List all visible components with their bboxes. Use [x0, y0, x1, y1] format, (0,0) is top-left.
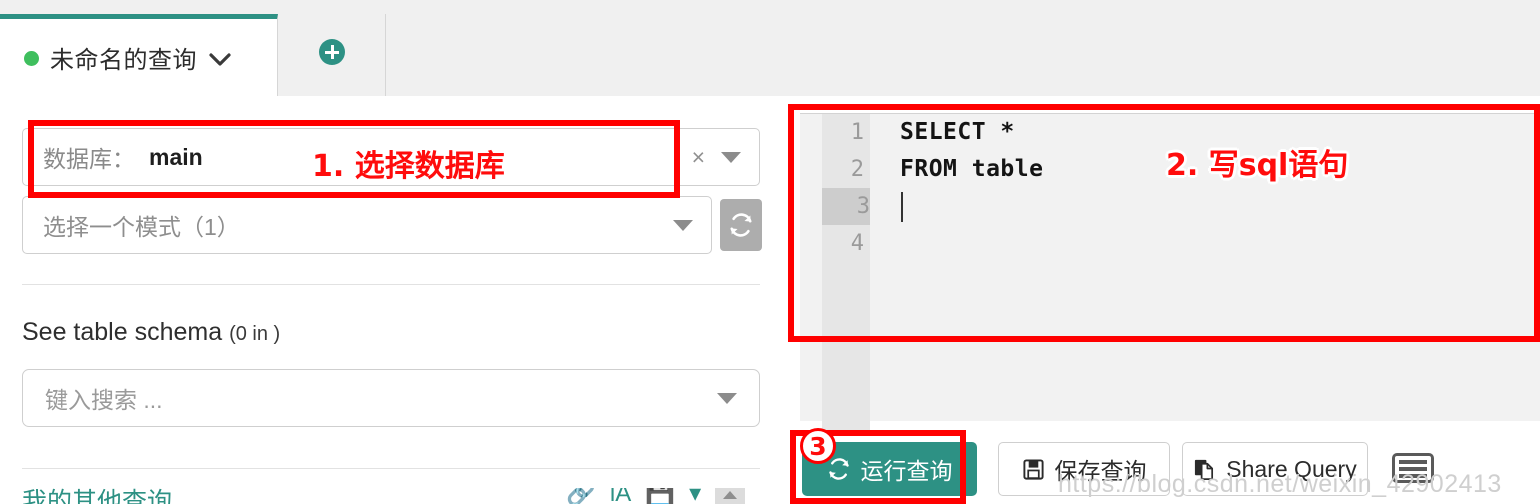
- table-schema-heading: See table schema (0 in ): [22, 318, 280, 347]
- chevron-down-icon[interactable]: [209, 53, 231, 67]
- schema-select-placeholder: 选择一个模式（1）: [43, 214, 240, 240]
- editor-toolbar: 运行查询 保存查询 Share Query: [790, 432, 1540, 504]
- save-icon[interactable]: 💾: [645, 488, 675, 504]
- keyboard-icon: [1392, 453, 1434, 483]
- triangle-down-icon[interactable]: [673, 219, 693, 231]
- divider: [22, 468, 760, 469]
- table-schema-heading-text: See table schema: [22, 318, 223, 346]
- font-size-icon[interactable]: lA: [610, 488, 631, 504]
- tab-untitled-query[interactable]: 未命名的查询: [0, 14, 278, 96]
- new-query-tab-button[interactable]: [279, 14, 386, 96]
- line-number-active: 3: [822, 188, 876, 225]
- share-query-button[interactable]: Share Query: [1182, 442, 1368, 496]
- line-number: 2: [850, 157, 864, 182]
- run-query-button[interactable]: 运行查询: [802, 442, 977, 496]
- run-query-label: 运行查询: [860, 458, 953, 484]
- query-status-dot-icon: [24, 51, 39, 66]
- my-queries-icon-group: 🔗 lA 💾 ▾: [566, 488, 746, 504]
- floppy-disk-icon: [1022, 458, 1045, 481]
- table-schema-count: (0 in ): [229, 323, 281, 345]
- schema-select[interactable]: 选择一个模式（1）: [22, 196, 712, 254]
- refresh-icon: [827, 457, 851, 481]
- text-caret: [901, 192, 903, 222]
- code-line: SELECT *: [900, 119, 1015, 145]
- line-number: 4: [850, 231, 864, 256]
- save-query-label: 保存查询: [1054, 458, 1147, 484]
- left-panel: 数据库： main × 选择一个模式（1） See table schema (…: [0, 96, 790, 504]
- database-select[interactable]: 数据库： main ×: [22, 128, 760, 186]
- my-queries-row: 我的其他查询 🔗 lA 💾 ▾: [0, 488, 790, 504]
- database-select-value: main: [149, 143, 203, 170]
- tab-bar: 未命名的查询: [0, 0, 1540, 96]
- table-schema-search-input[interactable]: 键入搜索 ...: [22, 369, 760, 427]
- plus-circle-icon: [319, 39, 345, 65]
- search-input-placeholder: 键入搜索 ...: [45, 387, 163, 413]
- keyboard-shortcuts-button[interactable]: [1390, 450, 1436, 486]
- chevron-down-icon[interactable]: ▾: [689, 488, 701, 504]
- editor-code-area[interactable]: SELECT * FROM table: [870, 114, 1540, 422]
- triangle-down-icon[interactable]: [717, 392, 737, 404]
- divider: [22, 284, 760, 285]
- save-query-button[interactable]: 保存查询: [998, 442, 1170, 496]
- copy-document-icon: [1193, 458, 1216, 481]
- collapse-button[interactable]: [715, 488, 746, 504]
- share-query-label: Share Query: [1226, 455, 1357, 482]
- code-line: FROM table: [900, 156, 1044, 182]
- link-icon[interactable]: 🔗: [566, 488, 596, 504]
- refresh-schema-button[interactable]: [720, 199, 762, 251]
- clear-icon[interactable]: ×: [692, 145, 705, 169]
- my-queries-label[interactable]: 我的其他查询: [22, 488, 172, 504]
- refresh-icon: [728, 212, 754, 238]
- triangle-down-icon[interactable]: [721, 151, 741, 163]
- sql-editor[interactable]: 1 2 3 4 SELECT * FROM table: [800, 113, 1540, 422]
- editor-gutter: 1 2 3 4: [822, 114, 876, 422]
- database-select-label: 数据库：: [43, 146, 135, 172]
- line-number: 1: [850, 120, 864, 145]
- editor-spacer: [800, 421, 1540, 429]
- tab-label: 未命名的查询: [50, 47, 197, 74]
